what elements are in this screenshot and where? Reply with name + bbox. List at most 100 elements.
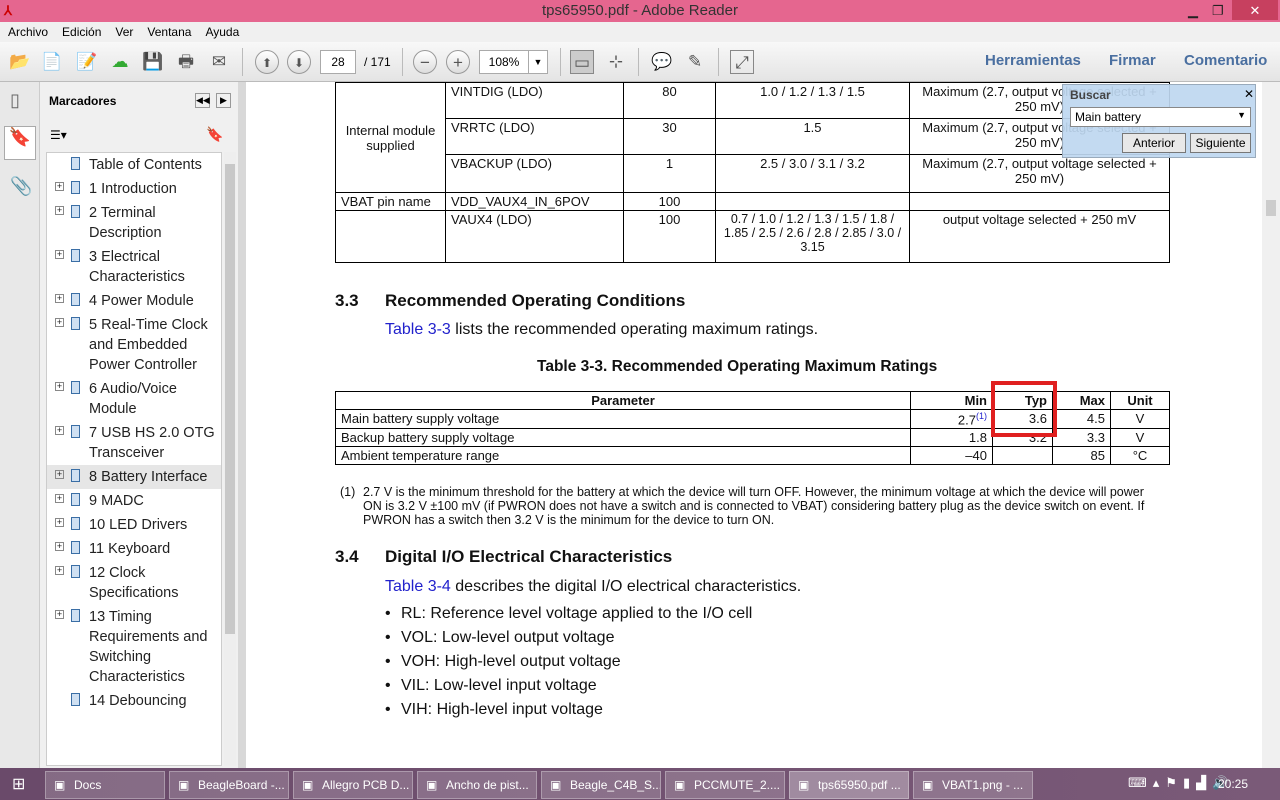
pages-icon[interactable]: ▯ [10,90,20,111]
expand-icon[interactable]: + [55,518,64,527]
bookmark-item[interactable]: +10 LED Drivers [47,513,221,537]
table-row: Ambient temperature range –40 85 °C [335,446,1170,466]
bookmark-icon [71,157,80,170]
email-icon[interactable]: ✉ [207,50,231,74]
taskbar-item[interactable]: ▣ Beagle_C4B_S... [541,771,661,799]
expand-icon[interactable]: + [55,382,64,391]
save-icon[interactable]: 💾 [141,50,165,74]
expand-bookmark-icon[interactable]: 🔖 [206,126,223,143]
close-search-button[interactable]: ✕ [1244,87,1254,101]
menu-ayuda[interactable]: Ayuda [205,25,239,39]
taskbar-item[interactable]: ▣ PCCMUTE_2.... [665,771,785,799]
bookmark-label: 10 LED Drivers [89,517,188,533]
comment-button[interactable]: Comentario [1184,52,1267,69]
panel-splitter[interactable] [238,82,246,768]
upload-cloud-icon[interactable]: ☁ [108,50,132,74]
create-pdf-icon[interactable]: 📄 [40,50,64,74]
zoom-out-button[interactable]: − [413,50,437,74]
print-icon[interactable]: 🖶 [174,50,198,74]
minimize-button[interactable]: ▁ [1188,0,1198,22]
bookmark-item[interactable]: 14 Debouncing [47,689,221,713]
list-item: • VOL: Low-level output voltage [385,629,615,646]
expand-icon[interactable]: + [55,206,64,215]
menu-ventana[interactable]: Ventana [147,25,191,39]
bookmarks-icon[interactable]: 🔖 [4,126,36,160]
highlight-icon[interactable]: ✎ [683,50,707,74]
expand-panel-button[interactable]: ▶ [216,93,231,108]
bookmark-label: 6 Audio/Voice Module [89,381,177,417]
fullscreen-icon[interactable]: ⤢ [730,50,754,74]
expand-icon[interactable]: + [55,542,64,551]
close-button[interactable]: ✕ [1232,0,1278,20]
comment-icon[interactable]: 💬 [650,50,674,74]
taskbar-item[interactable]: ▣ Docs [45,771,165,799]
fit-page-icon[interactable]: ⊹ [604,50,628,74]
next-result-button[interactable]: Siguiente [1190,133,1251,153]
bookmarks-title: Marcadores [49,94,117,108]
list-item: • VOH: High-level output voltage [385,653,621,670]
bookmark-label: 5 Real-Time Clock and Embedded Power Con… [89,317,208,373]
start-button[interactable]: ⊞ [12,774,25,794]
list-item: • RL: Reference level voltage applied to … [385,605,753,622]
options-menu-icon[interactable]: ☰▾ [50,128,67,142]
list-item: • VIH: High-level input voltage [385,701,603,718]
zoom-input[interactable]: 108% [479,50,529,74]
taskbar-item[interactable]: ▣ BeagleBoard -... [169,771,289,799]
table-3-3-link[interactable]: Table 3-3 [385,321,451,338]
bookmark-item[interactable]: +9 MADC [47,489,221,513]
bookmark-item[interactable]: +13 Timing Requirements and Switching Ch… [47,605,221,689]
bookmark-item[interactable]: +7 USB HS 2.0 OTG Transceiver [47,421,221,465]
menu-archivo[interactable]: Archivo [8,25,48,39]
bookmark-item[interactable]: +4 Power Module [47,289,221,313]
bookmark-item[interactable]: +12 Clock Specifications [47,561,221,605]
maximize-button[interactable]: ❐ [1212,0,1224,22]
expand-icon[interactable]: + [55,182,64,191]
expand-icon[interactable]: + [55,318,64,327]
previous-page-button[interactable]: ⬆ [255,50,279,74]
collapse-panel-button[interactable]: ◀◀ [195,93,210,108]
previous-result-button[interactable]: Anterior [1122,133,1186,153]
fit-width-icon[interactable]: ▭ [570,50,594,74]
bookmark-item[interactable]: +2 Terminal Description [47,201,221,245]
bookmark-item[interactable]: +3 Electrical Characteristics [47,245,221,289]
expand-icon[interactable]: + [55,494,64,503]
tools-button[interactable]: Herramientas [985,52,1081,69]
menu-ver[interactable]: Ver [115,25,133,39]
expand-icon[interactable]: + [55,294,64,303]
next-page-button[interactable]: ⬇ [287,50,311,74]
bookmark-item[interactable]: +5 Real-Time Clock and Embedded Power Co… [47,313,221,377]
zoom-in-button[interactable]: + [446,50,470,74]
bookmark-item[interactable]: +6 Audio/Voice Module [47,377,221,421]
expand-icon[interactable]: + [55,250,64,259]
bookmark-icon [71,493,80,506]
bookmark-item[interactable]: +1 Introduction [47,177,221,201]
expand-icon[interactable]: + [55,470,64,479]
edit-icon[interactable]: 📝 [75,50,99,74]
bookmark-item[interactable]: Table of Contents [47,153,221,177]
bookmark-label: 13 Timing Requirements and Switching Cha… [89,609,208,685]
bookmark-icon [71,381,80,394]
navigation-pane-icons: ▯ 🔖 📎 [0,82,40,768]
taskbar-item[interactable]: ▣ VBAT1.png - ... [913,771,1033,799]
open-icon[interactable]: 📂 [8,50,32,74]
sign-button[interactable]: Firmar [1109,52,1156,69]
search-input[interactable]: Main battery ▼ [1070,107,1251,127]
zoom-dropdown-button[interactable]: ▼ [528,50,548,74]
bookmark-item[interactable]: +8 Battery Interface [47,465,221,489]
taskbar-item[interactable]: ▣ Allegro PCB D... [293,771,413,799]
page-number-input[interactable]: 28 [320,50,356,74]
taskbar-item[interactable]: ▣ tps65950.pdf ... [789,771,909,799]
table-3-4-link[interactable]: Table 3-4 [385,578,451,595]
scrollbar-thumb[interactable] [1266,200,1276,216]
attachments-icon[interactable]: 📎 [10,176,32,197]
search-title: Buscar [1070,88,1111,102]
expand-icon[interactable]: + [55,566,64,575]
expand-icon[interactable]: + [55,610,64,619]
expand-icon[interactable]: + [55,426,64,435]
document-scrollbar[interactable] [1262,82,1280,768]
table-row: VAUX4 (LDO) 100 0.7 / 1.0 / 1.2 / 1.3 / 1.… [335,210,1170,263]
menu-edicion[interactable]: Edición [62,25,101,39]
bookmark-item[interactable]: +11 Keyboard [47,537,221,561]
sidebar-scrollbar[interactable] [224,152,236,766]
taskbar-item[interactable]: ▣ Ancho de pist... [417,771,537,799]
